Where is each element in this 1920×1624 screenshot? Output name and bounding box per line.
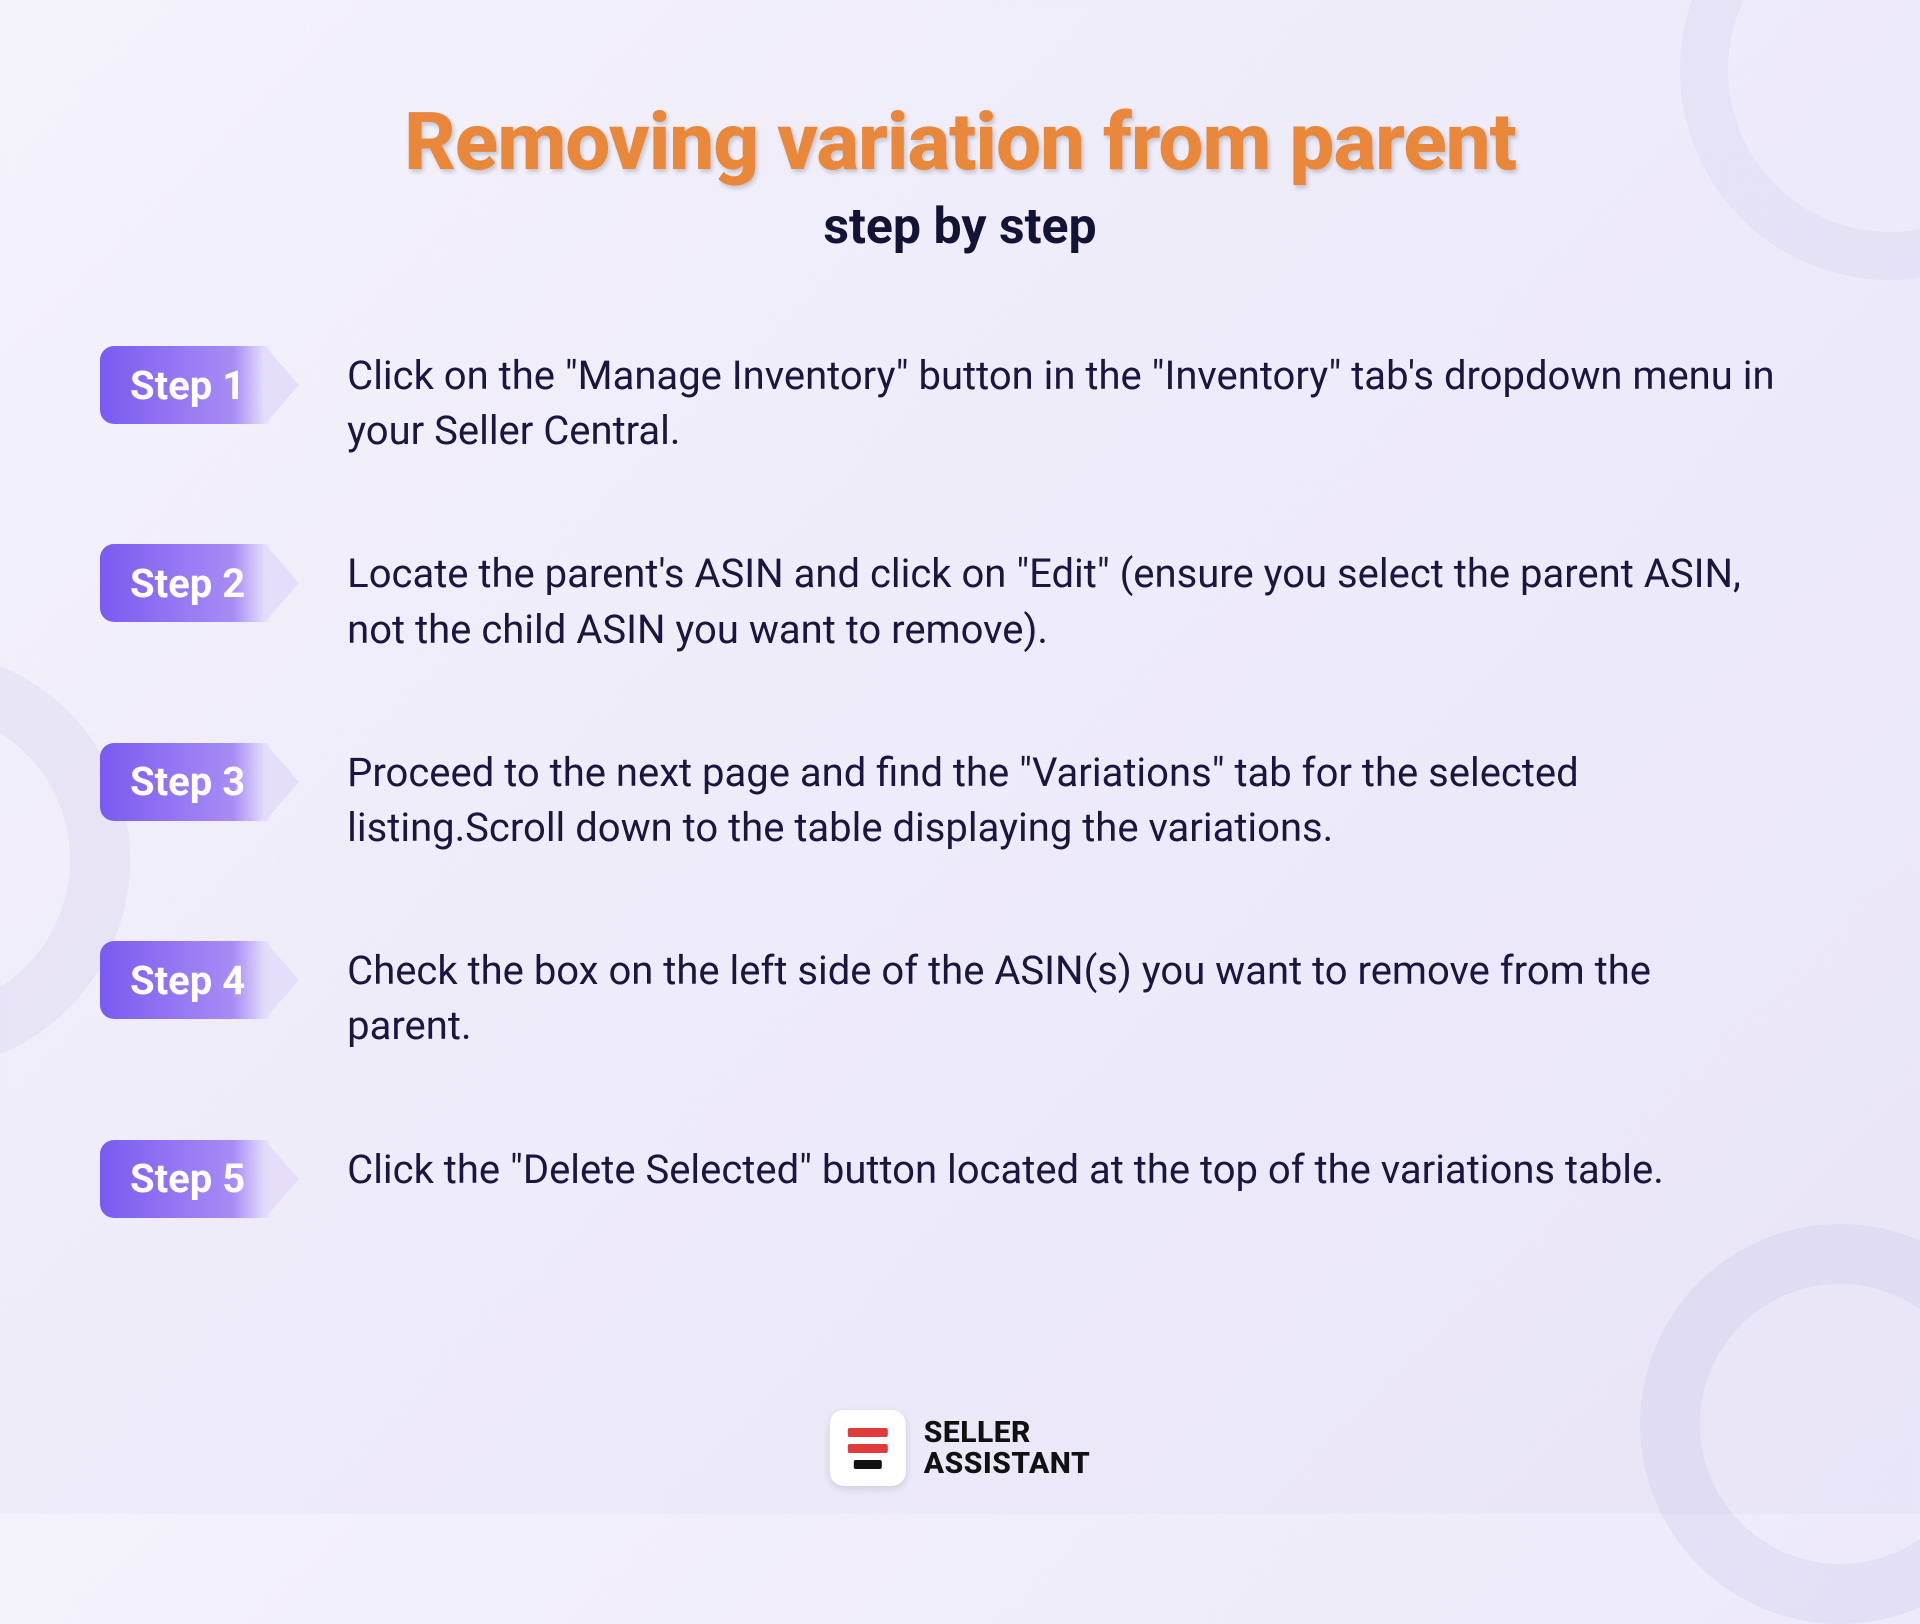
- steps-list: Step 1 Click on the "Manage Inventory" b…: [100, 346, 1820, 1218]
- chevron-right-icon: [265, 941, 299, 1019]
- step-row: Step 3 Proceed to the next page and find…: [100, 743, 1820, 855]
- step-label: Step 5: [100, 1140, 271, 1218]
- decorative-circle: [1640, 1224, 1920, 1624]
- chevron-right-icon: [265, 346, 299, 424]
- step-row: Step 2 Locate the parent's ASIN and clic…: [100, 544, 1820, 656]
- brand-icon: [830, 1410, 906, 1486]
- step-label: Step 1: [100, 346, 271, 424]
- step-row: Step 5 Click the "Delete Selected" butto…: [100, 1140, 1820, 1218]
- brand-text: SELLER ASSISTANT: [924, 1417, 1090, 1480]
- step-badge: Step 1: [100, 346, 299, 424]
- step-label: Step 2: [100, 544, 271, 622]
- chevron-right-icon: [265, 544, 299, 622]
- brand-line1: SELLER: [924, 1417, 1090, 1449]
- step-badge: Step 5: [100, 1140, 299, 1218]
- step-row: Step 1 Click on the "Manage Inventory" b…: [100, 346, 1820, 458]
- page-subtitle: step by step: [100, 198, 1820, 256]
- step-label: Step 4: [100, 941, 271, 1019]
- chevron-right-icon: [265, 1140, 299, 1218]
- brand-icon-bar: [848, 1428, 888, 1437]
- brand-icon-bar: [854, 1460, 882, 1469]
- chevron-right-icon: [265, 743, 299, 821]
- step-description: Click on the "Manage Inventory" button i…: [347, 346, 1777, 458]
- step-row: Step 4 Check the box on the left side of…: [100, 941, 1820, 1053]
- brand-icon-bar: [848, 1444, 888, 1453]
- brand-logo: SELLER ASSISTANT: [830, 1410, 1090, 1486]
- page-title: Removing variation from parent: [100, 100, 1820, 184]
- step-badge: Step 4: [100, 941, 299, 1019]
- page-container: Removing variation from parent step by s…: [0, 0, 1920, 1258]
- step-badge: Step 3: [100, 743, 299, 821]
- brand-line2: ASSISTANT: [924, 1448, 1090, 1480]
- step-description: Locate the parent's ASIN and click on "E…: [347, 544, 1777, 656]
- step-badge: Step 2: [100, 544, 299, 622]
- step-description: Check the box on the left side of the AS…: [347, 941, 1777, 1053]
- step-label: Step 3: [100, 743, 271, 821]
- step-description: Proceed to the next page and find the "V…: [347, 743, 1777, 855]
- step-description: Click the "Delete Selected" button locat…: [347, 1140, 1664, 1197]
